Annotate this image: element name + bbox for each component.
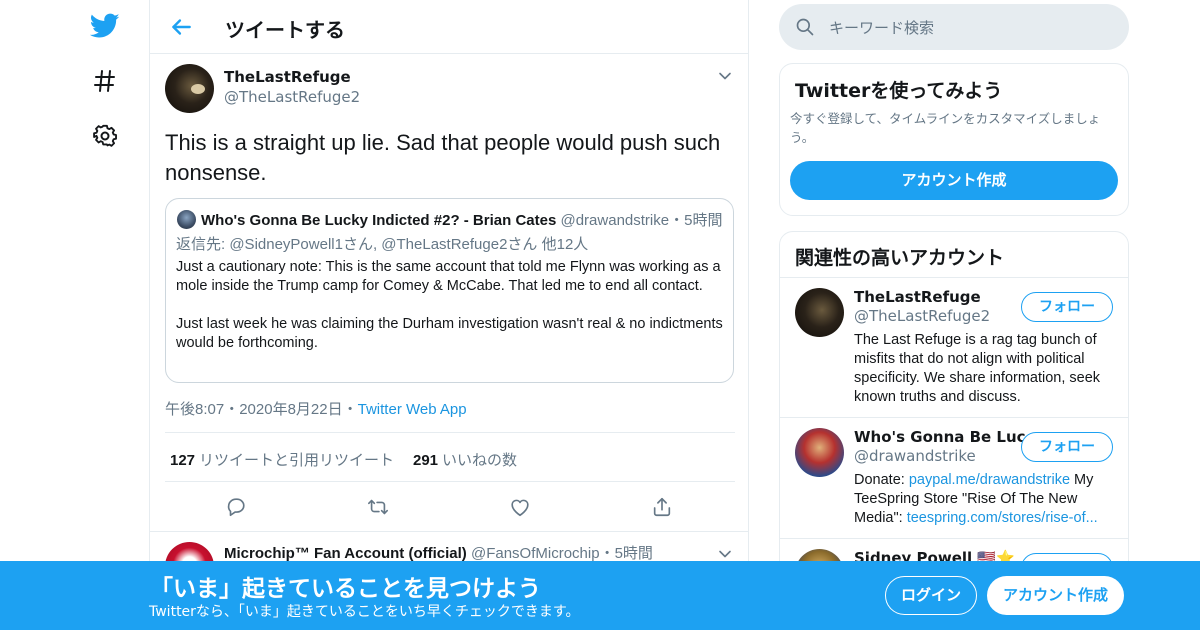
- chevron-down-icon[interactable]: [718, 546, 732, 560]
- retweets-label: リツイートと引用リツイート: [199, 452, 395, 469]
- page-header: ツイートする: [150, 0, 748, 54]
- account-avatar[interactable]: [795, 288, 844, 337]
- quoted-author-name: Who's Gonna Be Lucky Indicted #2? - Bria…: [201, 212, 557, 229]
- quoted-author-handle: @drawandstrike: [560, 212, 670, 229]
- reply-time[interactable]: 5時間: [615, 545, 653, 562]
- tweet-time[interactable]: 午後8:07: [165, 401, 224, 418]
- twitter-logo-icon[interactable]: [88, 9, 122, 43]
- quoted-tweet[interactable]: Who's Gonna Be Lucky Indicted #2? - Bria…: [165, 198, 734, 383]
- main-column: ツイートする TheLastRefuge @TheLastRefuge2 Thi…: [149, 0, 749, 630]
- reply-tweet-header: Microchip™ Fan Account (official) @FansO…: [224, 542, 653, 563]
- author-name[interactable]: TheLastRefuge: [224, 68, 351, 86]
- account-handle[interactable]: @drawandstrike: [854, 447, 976, 465]
- back-arrow-icon[interactable]: [168, 14, 194, 40]
- tweet-actions: [165, 482, 735, 532]
- account-bio: Donate: paypal.me/drawandstrike My TeeSp…: [854, 471, 1116, 528]
- chevron-down-icon[interactable]: [718, 68, 732, 82]
- quoted-author-avatar: [177, 210, 196, 229]
- bio-link[interactable]: teespring.com/stores/rise-of...: [907, 510, 1098, 526]
- related-accounts-title: 関連性の高いアカウント: [795, 247, 1005, 269]
- page-title: ツイートする: [225, 18, 345, 42]
- settings-gear-icon[interactable]: [88, 119, 122, 153]
- tweet-source-link[interactable]: Twitter Web App: [358, 401, 467, 418]
- account-handle[interactable]: @TheLastRefuge2: [854, 307, 990, 325]
- share-icon[interactable]: [651, 496, 673, 518]
- banner-signup-button[interactable]: アカウント作成: [987, 576, 1124, 615]
- search-placeholder: キーワード検索: [829, 19, 935, 37]
- reply-author-handle[interactable]: @FansOfMicrochip: [471, 545, 600, 562]
- signup-card-subtitle: 今すぐ登録して、タイムラインをカスタマイズしましょう。: [790, 111, 1101, 145]
- related-account[interactable]: TheLastRefuge @TheLastRefuge2 フォロー The L…: [780, 277, 1128, 417]
- banner-title: 「いま」起きていることを見つけよう: [150, 576, 541, 602]
- tweet-text: This is a straight up lie. Sad that peop…: [165, 130, 721, 185]
- signup-card-title: Twitterを使ってみよう: [795, 80, 1003, 102]
- quoted-tweet-text: Just a cautionary note: This is the same…: [176, 259, 723, 351]
- account-avatar[interactable]: [795, 428, 844, 477]
- reply-author-name[interactable]: Microchip™ Fan Account (official): [224, 545, 467, 562]
- left-nav: [0, 0, 150, 630]
- author-avatar[interactable]: [165, 64, 214, 113]
- signup-banner: 「いま」起きていることを見つけよう Twitterなら、「いま」起きていることを…: [0, 561, 1200, 630]
- likes-label: いいねの数: [442, 452, 518, 469]
- retweets-count: 127: [170, 452, 196, 469]
- like-heart-icon[interactable]: [509, 496, 531, 518]
- tweet-stats: 127 リツイートと引用リツイート 291 いいねの数: [165, 432, 735, 482]
- likes-count: 291: [413, 452, 439, 469]
- follow-button[interactable]: フォロー: [1021, 292, 1113, 322]
- banner-subtitle: Twitterなら、「いま」起きていることをいち早くチェックできます。: [149, 604, 580, 620]
- retweets-stat[interactable]: 127 リツイートと引用リツイート: [170, 449, 394, 470]
- meta-separator: ・: [342, 401, 358, 418]
- quoted-reply-to: 返信先: @SidneyPowell1さん, @TheLastRefuge2さん…: [176, 236, 589, 253]
- quoted-separator: ・: [669, 212, 685, 229]
- create-account-button[interactable]: アカウント作成: [790, 161, 1118, 200]
- meta-separator: ・: [224, 401, 240, 418]
- search-icon: [795, 17, 815, 37]
- signup-card: Twitterを使ってみよう 今すぐ登録して、タイムラインをカスタマイズしましょ…: [779, 63, 1129, 216]
- account-name[interactable]: TheLastRefuge: [854, 288, 981, 306]
- login-button[interactable]: ログイン: [885, 576, 977, 615]
- tweet-date[interactable]: 2020年8月22日: [239, 401, 342, 418]
- reply-separator: ・: [599, 545, 615, 562]
- retweet-icon[interactable]: [367, 496, 389, 518]
- account-name[interactable]: Who's Gonna Be Luc...: [854, 428, 1043, 446]
- bio-text: Donate:: [854, 472, 909, 488]
- account-bio: The Last Refuge is a rag tag bunch of mi…: [854, 332, 1101, 405]
- quoted-time: 5時間: [684, 212, 723, 229]
- explore-hashtag-icon[interactable]: [88, 64, 122, 98]
- search-box[interactable]: キーワード検索: [779, 4, 1129, 50]
- likes-stat[interactable]: 291 いいねの数: [413, 449, 517, 470]
- tweet-meta: 午後8:07・2020年8月22日・Twitter Web App: [165, 398, 467, 419]
- author-handle[interactable]: @TheLastRefuge2: [224, 88, 360, 106]
- related-account[interactable]: Who's Gonna Be Luc... @drawandstrike フォロ…: [780, 417, 1128, 538]
- quoted-tweet-header: Who's Gonna Be Lucky Indicted #2? - Bria…: [201, 209, 722, 230]
- bio-link[interactable]: paypal.me/drawandstrike: [909, 472, 1070, 488]
- reply-icon[interactable]: [225, 496, 247, 518]
- follow-button[interactable]: フォロー: [1021, 432, 1113, 462]
